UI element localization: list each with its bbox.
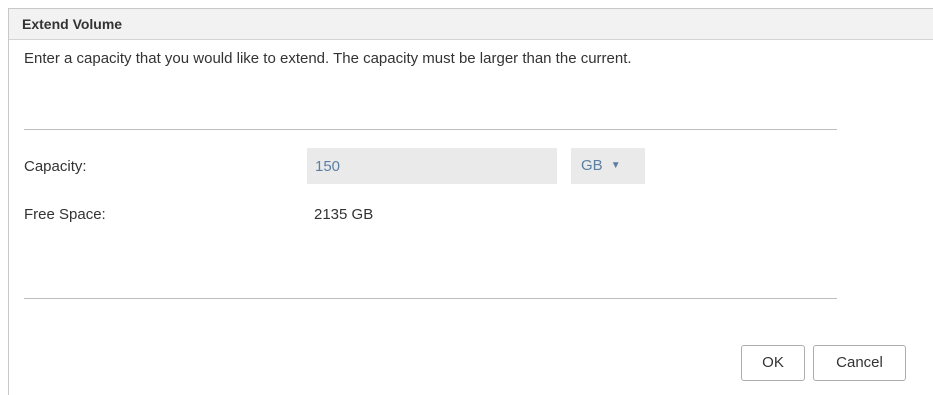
dialog-title: Extend Volume: [9, 9, 933, 40]
capacity-label: Capacity:: [24, 158, 87, 175]
capacity-input[interactable]: [307, 148, 557, 184]
cancel-button[interactable]: Cancel: [813, 345, 906, 381]
top-divider: [24, 129, 837, 130]
caret-down-icon: ▼: [610, 160, 621, 171]
unit-selected-value: GB: [581, 157, 603, 174]
bottom-divider: [24, 298, 837, 299]
extend-volume-dialog: Extend Volume Enter a capacity that you …: [8, 8, 933, 395]
dialog-description: Enter a capacity that you would like to …: [24, 50, 632, 67]
free-space-value: 2135 GB: [314, 206, 374, 223]
free-space-label: Free Space:: [24, 206, 106, 223]
ok-button[interactable]: OK: [741, 345, 805, 381]
capacity-unit-select[interactable]: GB ▼: [571, 148, 645, 184]
